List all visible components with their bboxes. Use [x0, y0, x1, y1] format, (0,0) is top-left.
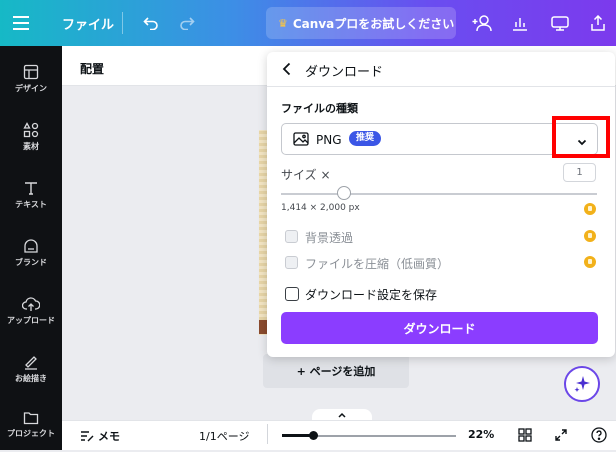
brand-icon [24, 239, 38, 253]
pro-coin-icon [584, 256, 596, 268]
file-type-value: PNG [316, 133, 342, 147]
topbar-divider [122, 12, 123, 34]
menu-icon[interactable] [8, 0, 34, 46]
notes-icon [81, 431, 94, 442]
help-icon[interactable] [590, 426, 608, 444]
download-panel-title: ダウンロード [305, 65, 384, 80]
sidebar-label-text: テキスト [15, 200, 47, 209]
chevron-up-icon [338, 412, 346, 418]
sidebar-label-design: デザイン [15, 84, 47, 93]
try-pro-label: Canvaプロをお試しください [292, 16, 455, 31]
sidebar-item-uploads[interactable]: アップロード [0, 284, 62, 338]
sidebar-item-draw[interactable]: お絵描き [0, 342, 62, 396]
notes-label: メモ [98, 430, 120, 443]
file-type-label: ファイルの種類 [281, 102, 358, 115]
size-input[interactable]: 1 [563, 163, 596, 182]
sidebar-item-brand[interactable]: ブランド [0, 226, 62, 280]
magic-assistant-button[interactable] [564, 366, 600, 402]
draw-icon [25, 356, 37, 370]
sidebar-item-elements[interactable]: 素材 [0, 110, 62, 164]
share-upload-icon[interactable] [586, 0, 610, 46]
upload-cloud-icon [22, 297, 40, 311]
compress-file-checkbox[interactable] [285, 256, 298, 269]
present-icon[interactable] [548, 0, 572, 46]
position-button[interactable]: 配置 [80, 60, 104, 77]
highlight-annotation [552, 116, 610, 158]
recommended-badge: 推奨 [349, 131, 382, 146]
file-menu-button[interactable]: ファイル [62, 0, 114, 46]
pro-coin-icon [584, 230, 596, 242]
grid-view-icon[interactable] [516, 426, 534, 444]
left-sidebar: デザイン 素材 テキスト ブランド アップロード お絵描き プロジェクト [0, 46, 62, 450]
sidebar-item-design[interactable]: デザイン [0, 52, 62, 106]
page-indicator[interactable]: 1/1ページ [199, 428, 249, 444]
top-bar: ファイル ♛ Canvaプロをお試しください [0, 0, 616, 46]
save-settings-label: ダウンロード設定を保存 [305, 288, 438, 302]
crown-icon: ♛ [278, 16, 288, 30]
try-pro-button[interactable]: ♛ Canvaプロをお試しください [266, 7, 456, 39]
zoom-level[interactable]: 22% [468, 428, 494, 441]
elements-icon [23, 122, 39, 138]
image-icon [293, 131, 309, 150]
transparent-bg-checkbox[interactable] [285, 230, 298, 243]
notes-button[interactable]: メモ [80, 428, 120, 444]
folder-icon [23, 412, 39, 425]
pro-coin-icon [584, 203, 596, 215]
sidebar-item-text[interactable]: テキスト [0, 168, 62, 222]
size-slider-track[interactable] [281, 193, 597, 195]
fullscreen-icon[interactable] [552, 426, 570, 444]
sidebar-label-draw: お絵描き [15, 374, 47, 383]
undo-icon[interactable] [140, 0, 162, 46]
add-page-button[interactable]: + ページを追加 [263, 354, 409, 388]
save-settings-checkbox[interactable] [285, 287, 299, 301]
bottombar-divider [267, 424, 268, 444]
share-users-icon[interactable] [468, 0, 498, 46]
panel-divider [267, 86, 615, 87]
size-label: サイズ × [281, 168, 331, 182]
sidebar-item-projects[interactable]: プロジェクト [0, 398, 62, 452]
sidebar-label-projects: プロジェクト [7, 429, 55, 438]
dimensions-text: 1,414 × 2,000 px [281, 203, 360, 213]
redo-icon[interactable] [176, 0, 198, 46]
layout-icon [23, 64, 39, 80]
sidebar-label-elements: 素材 [23, 142, 39, 151]
sidebar-label-brand: ブランド [15, 258, 47, 267]
insights-chart-icon[interactable] [508, 0, 532, 46]
download-button[interactable]: ダウンロード [281, 312, 598, 344]
chevron-left-icon[interactable] [282, 62, 292, 80]
sidebar-label-uploads: アップロード [7, 316, 55, 325]
zoom-slider-handle[interactable] [308, 431, 318, 440]
sparkle-icon [574, 376, 590, 392]
compress-file-label: ファイルを圧縮（低画質） [305, 257, 450, 271]
transparent-bg-label: 背景透過 [305, 231, 354, 245]
text-icon [25, 182, 37, 195]
